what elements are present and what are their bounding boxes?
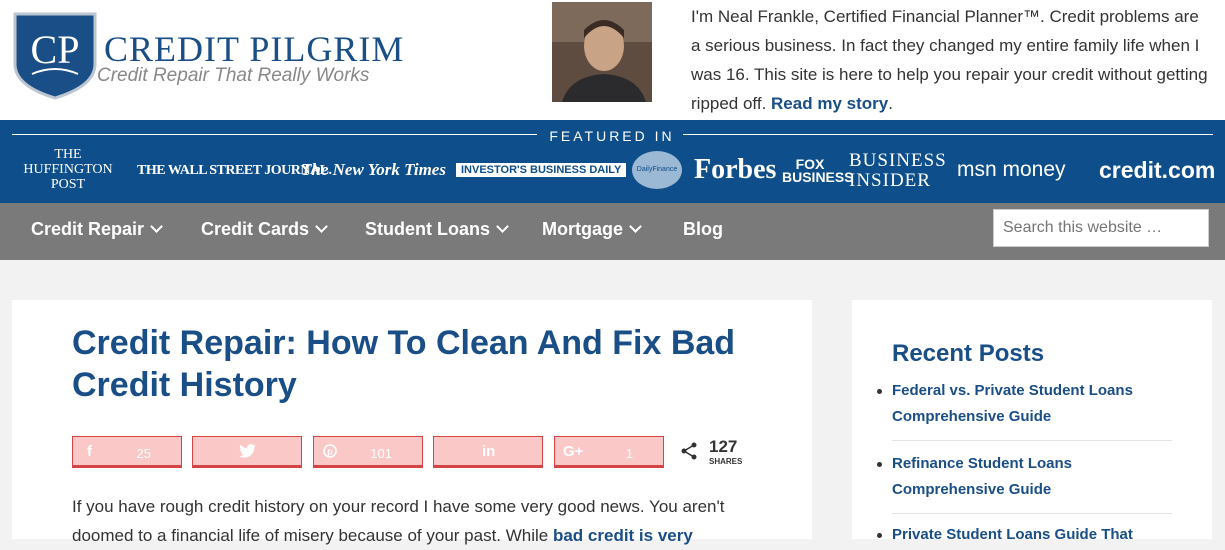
nav-student-loans[interactable]: Student Loans [365, 219, 509, 240]
sidebar-divider [892, 513, 1172, 514]
logo-credit-com: credit.com [1099, 157, 1216, 183]
linkedin-icon: in [482, 443, 496, 460]
chevron-down-icon [315, 220, 328, 233]
author-intro: I'm Neal Frankle, Certified Financial Pl… [691, 2, 1211, 118]
featured-divider-right [683, 134, 1213, 135]
facebook-share-count: 25 [136, 446, 151, 461]
logo-shield-icon: CP [13, 12, 97, 100]
list-bullet [877, 389, 882, 394]
nav-credit-repair-label: Credit Repair [31, 219, 145, 239]
recent-post-link[interactable]: Private Student Loans Guide That [892, 522, 1162, 548]
nav-blog[interactable]: Blog [683, 219, 723, 240]
logo-msn-money: msn money [957, 158, 1066, 181]
logo-dailyfinance: DailyFinance [632, 151, 682, 189]
article-title: Credit Repair: How To Clean And Fix Bad … [72, 324, 736, 404]
share-total-count: 127 [709, 437, 738, 456]
logo-business-insider: BUSINESS INSIDER [849, 150, 947, 191]
share-twitter-button[interactable] [192, 436, 302, 468]
logo-fox-business: FOX BUSINESS [782, 156, 854, 185]
logo-tagline: Credit Repair That Really Works [97, 65, 370, 86]
nav-mortgage-label: Mortgage [542, 219, 623, 239]
list-bullet [877, 462, 882, 467]
share-total-label: SHARES [709, 457, 743, 466]
author-portrait-icon [552, 2, 652, 102]
bad-credit-link[interactable]: bad credit is very [553, 526, 693, 545]
chevron-down-icon [629, 220, 642, 233]
pinterest-icon: p [323, 444, 337, 458]
logo-initials: CP [31, 27, 80, 72]
article-body: If you have rough credit history on your… [72, 492, 762, 550]
chevron-down-icon [496, 220, 509, 233]
logo-investors-business-daily: INVESTOR'S BUSINESS DAILY [456, 163, 627, 177]
featured-divider-left [12, 134, 537, 135]
featured-label: FEATURED IN [549, 128, 675, 144]
logo-forbes: Forbes [694, 154, 777, 185]
nav-student-loans-label: Student Loans [365, 219, 490, 239]
sidebar-divider [892, 440, 1172, 441]
intro-end: . [888, 94, 893, 113]
recent-posts-heading: Recent Posts [892, 340, 1045, 367]
list-bullet [877, 533, 882, 538]
recent-post-link[interactable]: Refinance Student Loans Comprehensive Gu… [892, 451, 1162, 503]
share-googleplus-button[interactable]: G+ 1 [554, 436, 664, 468]
nav-credit-cards[interactable]: Credit Cards [201, 219, 328, 240]
search-input[interactable] [993, 209, 1209, 247]
chevron-down-icon [150, 220, 163, 233]
share-facebook-button[interactable]: f 25 [72, 436, 182, 468]
logo-new-york-times: The New York Times [301, 160, 446, 179]
share-pinterest-button[interactable]: p 101 [313, 436, 423, 468]
facebook-icon: f [87, 443, 92, 460]
logo-title: CREDIT PILGRIM [104, 29, 405, 69]
pinterest-share-count: 101 [370, 446, 392, 461]
nav-mortgage[interactable]: Mortgage [542, 219, 642, 240]
nav-blog-label: Blog [683, 219, 723, 239]
share-linkedin-button[interactable]: in [433, 436, 543, 468]
logo-huffington-post: THE HUFFINGTON POST [23, 147, 113, 192]
nav-credit-repair[interactable]: Credit Repair [31, 219, 163, 240]
site-logo[interactable]: CP CREDIT PILGRIM Credit Repair That Rea… [12, 8, 405, 103]
share-icon [681, 442, 697, 460]
svg-text:p: p [327, 447, 333, 457]
recent-post-link[interactable]: Federal vs. Private Student Loans Compre… [892, 378, 1162, 430]
googleplus-share-count: 1 [625, 446, 633, 461]
nav-credit-cards-label: Credit Cards [201, 219, 310, 239]
intro-text: I'm Neal Frankle, Certified Financial Pl… [691, 7, 1208, 113]
read-my-story-link[interactable]: Read my story [771, 94, 888, 113]
googleplus-icon: G+ [563, 443, 584, 460]
author-photo [552, 2, 652, 102]
twitter-icon [239, 444, 256, 458]
